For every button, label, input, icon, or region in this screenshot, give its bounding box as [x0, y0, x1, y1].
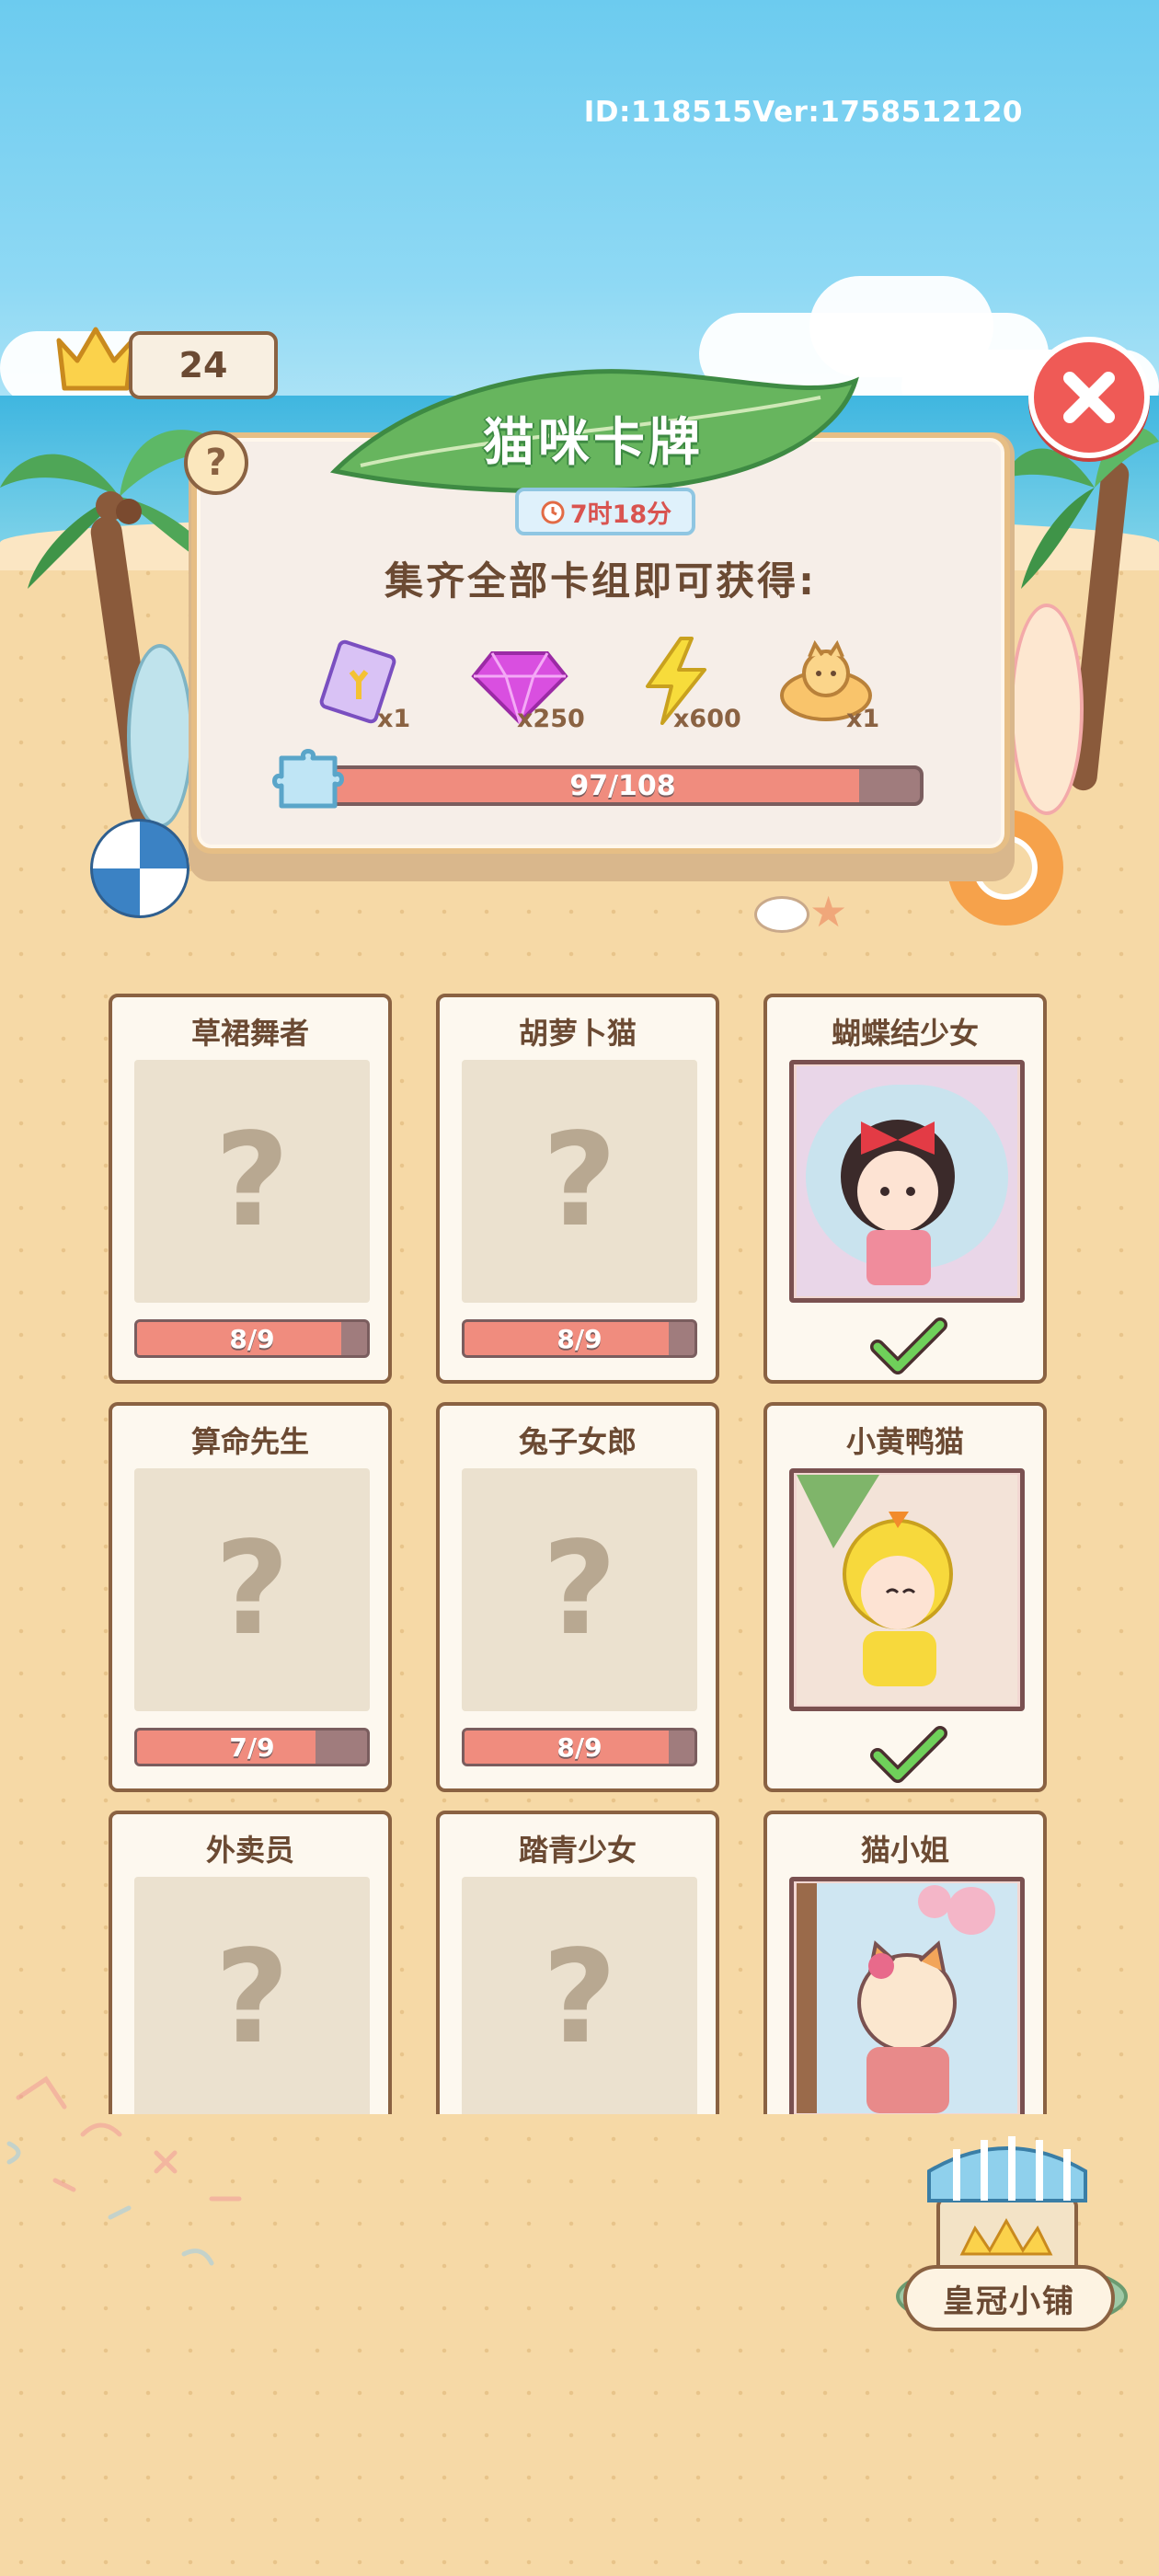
reward-count: x250	[517, 705, 585, 733]
card-grid: 草裙舞者 ? 8/9 胡萝卜猫 ? 8/9 蝴蝶结少女 算命先生 ? 7/9 兔…	[0, 984, 1159, 2114]
card-progress-text: 8/9	[557, 1731, 602, 1763]
card-progress-bar: 8/9	[134, 1319, 370, 1358]
card-title: 胡萝卜猫	[518, 1016, 637, 1051]
bow-girl-illustration-icon	[797, 1066, 1017, 1296]
clock-icon	[541, 500, 565, 524]
close-button[interactable]	[1028, 337, 1150, 458]
card-progress-bar: 8/9	[462, 1319, 697, 1358]
puzzle-icon	[272, 749, 344, 809]
card-item[interactable]: 猫小姐	[763, 1811, 1047, 2114]
card-progress-text: 8/9	[229, 1323, 275, 1354]
question-icon: ?	[214, 1106, 290, 1256]
reward-count: x1	[377, 705, 411, 733]
card-item[interactable]: 踏青少女 ?	[436, 1811, 719, 2114]
hopscotch-drawing-icon	[6, 2076, 242, 2266]
card-art-bow-girl	[789, 1060, 1025, 1303]
question-icon: ?	[542, 1923, 617, 2073]
close-icon	[1063, 372, 1115, 423]
card-progress-bar: 7/9	[134, 1728, 370, 1766]
reward-count: x600	[673, 705, 741, 733]
card-title: 猫小姐	[860, 1833, 949, 1868]
check-icon	[870, 1726, 947, 1783]
crown-count: 24	[178, 345, 228, 385]
question-icon: ?	[542, 1106, 617, 1256]
help-button[interactable]: ?	[184, 431, 248, 495]
collection-progress-text: 97/108	[569, 769, 676, 802]
reward-gems: x250	[469, 635, 616, 745]
card-progress-text: 7/9	[229, 1731, 275, 1763]
surfboard-left	[127, 644, 193, 828]
duck-cat-illustration-icon	[797, 1475, 1017, 1705]
card-item[interactable]: 兔子女郎 ? 8/9	[436, 1402, 719, 1792]
beach-ball	[90, 819, 189, 918]
card-art-miss-cat	[789, 1877, 1025, 2114]
card-title: 踏青少女	[518, 1833, 637, 1868]
card-title: 小黄鸭猫	[845, 1424, 964, 1459]
crown-shop-label: 皇冠小铺	[943, 2283, 1075, 2320]
card-title: 草裙舞者	[190, 1016, 309, 1051]
card-title: 外卖员	[205, 1833, 294, 1868]
miss-cat-illustration-icon	[797, 1883, 1017, 2113]
crown-icon	[56, 327, 135, 391]
crown-counter: 24	[129, 331, 278, 399]
question-icon: ?	[214, 1514, 290, 1664]
card-title: 兔子女郎	[518, 1424, 637, 1459]
card-locked-image: ?	[462, 1468, 697, 1711]
card-item[interactable]: 小黄鸭猫	[763, 1402, 1047, 1792]
card-item[interactable]: 蝴蝶结少女	[763, 994, 1047, 1384]
timer-text: 7时18分	[569, 500, 672, 529]
reward-cat-bed: x1	[778, 635, 925, 745]
card-progress-bar: 8/9	[462, 1728, 697, 1766]
card-locked-image: ?	[134, 1060, 370, 1303]
reward-energy: x600	[635, 635, 782, 745]
card-title: 蝴蝶结少女	[831, 1016, 979, 1051]
card-locked-image: ?	[462, 1877, 697, 2114]
question-icon: ?	[542, 1514, 617, 1664]
card-title: 算命先生	[190, 1424, 309, 1459]
card-item[interactable]: 算命先生 ? 7/9	[109, 1402, 392, 1792]
shell-decoration	[754, 896, 809, 933]
panel-subtitle: 集齐全部卡组即可获得:	[384, 558, 817, 604]
reward-card-pack: x1	[313, 635, 460, 745]
question-icon: ?	[205, 442, 227, 484]
card-locked-image: ?	[134, 1468, 370, 1711]
card-item[interactable]: 草裙舞者 ? 8/9	[109, 994, 392, 1384]
card-locked-image: ?	[462, 1060, 697, 1303]
card-art-duck-cat	[789, 1468, 1025, 1711]
version-text: ID:118515Ver:1758512120	[583, 96, 1023, 129]
card-progress-text: 8/9	[557, 1323, 602, 1354]
event-timer: 7时18分	[515, 488, 695, 535]
panel-title: 猫咪卡牌	[483, 413, 704, 473]
card-item[interactable]: 胡萝卜猫 ? 8/9	[436, 994, 719, 1384]
check-icon	[870, 1317, 947, 1374]
starfish-decoration: ★	[809, 887, 848, 937]
crown-shop-button[interactable]: 皇冠小铺	[903, 2265, 1115, 2331]
surfboard-right	[1010, 604, 1084, 815]
reward-count: x1	[846, 705, 880, 733]
